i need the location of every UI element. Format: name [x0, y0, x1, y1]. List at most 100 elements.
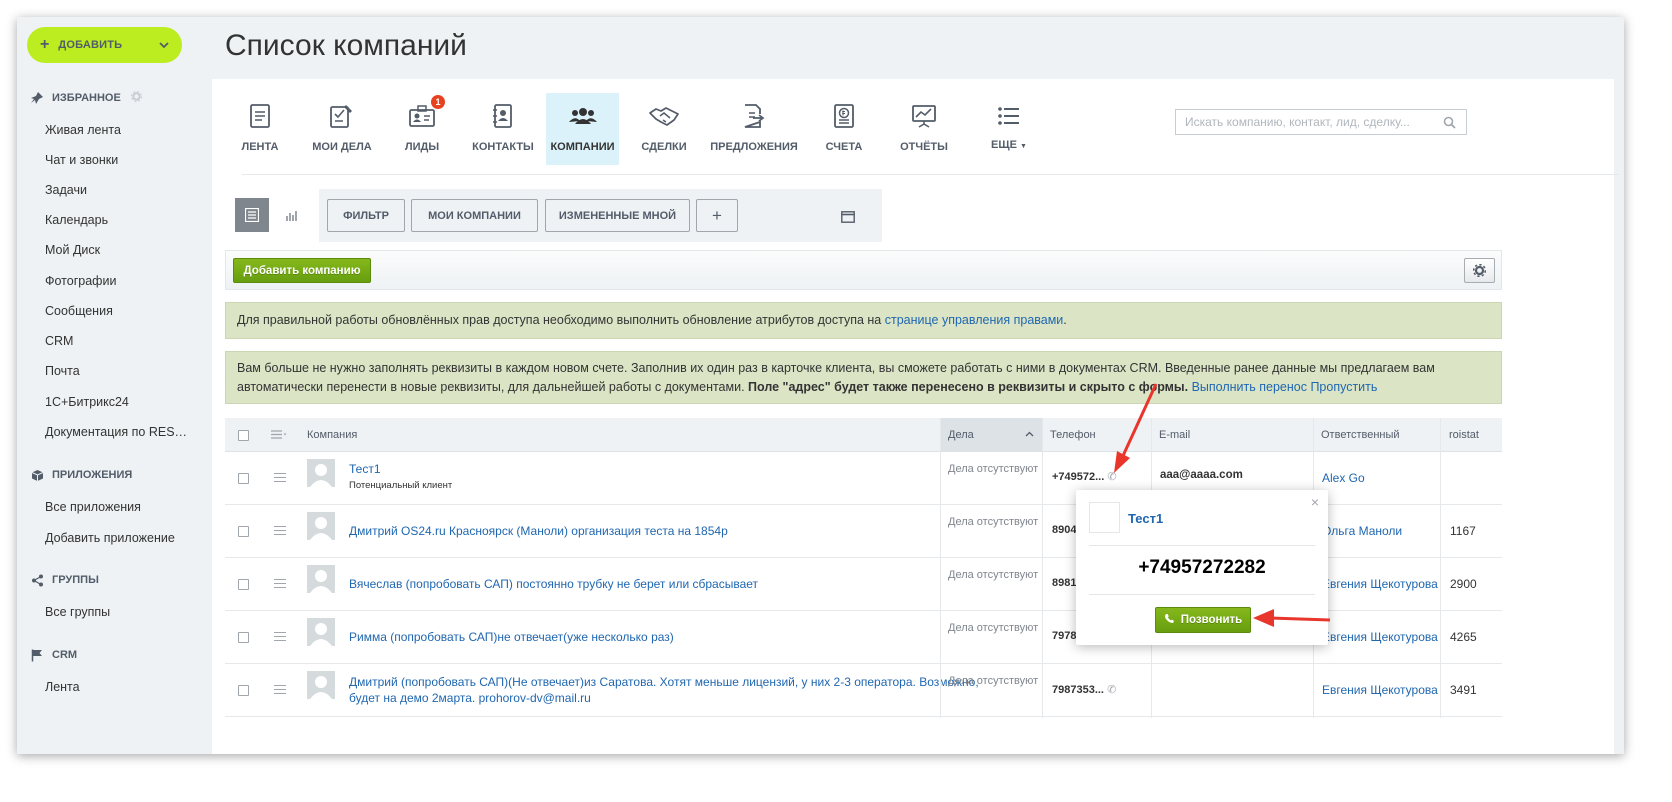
- phone-link[interactable]: 7978: [1052, 630, 1076, 642]
- pin-icon: [29, 91, 45, 105]
- company-name-link[interactable]: Дмитрий (попробовать САП)(Не отвечает)из…: [349, 674, 979, 690]
- company-avatar: [307, 565, 335, 593]
- row-checkbox[interactable]: [238, 632, 249, 643]
- groups-header[interactable]: ГРУППЫ: [29, 573, 99, 587]
- chart-view-button[interactable]: [275, 198, 309, 232]
- phone-link[interactable]: 8981: [1052, 577, 1076, 589]
- tab-reports[interactable]: ОТЧЁТЫ: [889, 93, 959, 165]
- phone-link[interactable]: 7987353... ✆: [1052, 683, 1116, 696]
- share-icon: [29, 573, 45, 587]
- header-roistat[interactable]: roistat: [1449, 418, 1479, 451]
- company-name-link[interactable]: Римма (попробовать САП)не отвечает(уже н…: [349, 630, 674, 644]
- phone-link[interactable]: +749572... ✆: [1052, 470, 1117, 483]
- email-cell[interactable]: aaa@aaaa.com: [1160, 469, 1243, 481]
- row-menu-icon[interactable]: [274, 579, 286, 588]
- sidebar-item-calendar[interactable]: Календарь: [45, 213, 108, 227]
- search-icon[interactable]: [1443, 116, 1456, 134]
- phone-link[interactable]: 8904: [1052, 524, 1076, 536]
- sidebar-item-all-apps[interactable]: Все приложения: [45, 500, 141, 514]
- gear-icon[interactable]: [130, 91, 142, 105]
- sidebar-item-chat[interactable]: Чат и звонки: [45, 153, 118, 167]
- crm-header[interactable]: CRM: [29, 648, 77, 662]
- tab-contacts[interactable]: КОНТАКТЫ: [468, 93, 538, 165]
- my-companies-button[interactable]: МОИ КОМПАНИИ: [411, 199, 538, 232]
- row-checkbox[interactable]: [238, 579, 249, 590]
- favorites-header[interactable]: ИЗБРАННОЕ: [29, 91, 142, 105]
- sidebar-item-crm-feed[interactable]: Лента: [45, 680, 80, 694]
- responsible-link[interactable]: Евгения Щекотурова: [1322, 630, 1438, 644]
- apps-header[interactable]: ПРИЛОЖЕНИЯ: [29, 468, 132, 482]
- leads-icon: 1: [409, 95, 445, 130]
- sidebar-item-crm[interactable]: CRM: [45, 334, 73, 348]
- companies-icon: [568, 102, 597, 130]
- table-row: Дмитрий (попробовать САП)(Не отвечает)из…: [225, 664, 1502, 717]
- row-menu-icon[interactable]: [274, 632, 286, 641]
- tab-deals[interactable]: СДЕЛКИ: [629, 93, 699, 165]
- sidebar-item-1c[interactable]: 1С+Битрикс24: [45, 395, 129, 409]
- deals-cell: Дела отсутствуют: [948, 516, 1039, 528]
- responsible-link[interactable]: Евгения Щекотурова: [1322, 577, 1438, 591]
- add-button[interactable]: + ДОБАВИТЬ: [27, 27, 182, 63]
- divider: [1089, 545, 1315, 546]
- responsible-link[interactable]: Ольга Маноли: [1322, 524, 1402, 538]
- tab-invoices[interactable]: СЧЕТА: [809, 93, 879, 165]
- sidebar-item-messages[interactable]: Сообщения: [45, 304, 113, 318]
- sort-asc-icon: [1025, 428, 1034, 440]
- sidebar-item-live-feed[interactable]: Живая лента: [45, 123, 121, 137]
- row-checkbox[interactable]: [238, 526, 249, 537]
- company-name-link[interactable]: Вячеслав (попробовать САП) постоянно тру…: [349, 577, 758, 591]
- app-window: + ДОБАВИТЬ ИЗБРАННОЕ Живая лента Чат и з…: [17, 17, 1624, 754]
- add-company-button[interactable]: Добавить компанию: [233, 258, 371, 283]
- close-icon[interactable]: ×: [1311, 494, 1319, 510]
- header-phone[interactable]: Телефон: [1050, 418, 1096, 451]
- notice-bold-text: Поле "адрес" будет также перенесено в ре…: [748, 380, 1189, 394]
- rights-link[interactable]: странице управления правами: [885, 313, 1064, 327]
- responsible-link[interactable]: Евгения Щекотурова: [1322, 683, 1438, 697]
- window-icon[interactable]: [841, 210, 855, 228]
- sidebar-item-photos[interactable]: Фотографии: [45, 274, 116, 288]
- search-input[interactable]: [1183, 110, 1437, 134]
- popup-company-name[interactable]: Тест1: [1128, 511, 1163, 526]
- tab-leads[interactable]: 1 ЛИДЫ: [387, 93, 457, 165]
- plus-icon: +: [40, 36, 50, 53]
- settings-button[interactable]: [1464, 258, 1495, 283]
- responsible-link[interactable]: Alex Go: [1322, 471, 1365, 485]
- row-menu-icon[interactable]: [274, 685, 286, 694]
- company-name-link[interactable]: Тест1: [349, 462, 452, 476]
- gear-icon: [1473, 264, 1486, 277]
- company-name-link-line2[interactable]: будет на демо 2марта. prohorov-dv@mail.r…: [349, 690, 979, 706]
- skip-link[interactable]: Пропустить: [1310, 380, 1377, 394]
- changed-by-me-button[interactable]: ИЗМЕНЕННЫЕ МНОЙ: [545, 199, 690, 232]
- row-checkbox[interactable]: [238, 473, 249, 484]
- list-view-button[interactable]: [235, 198, 269, 232]
- transfer-link[interactable]: Выполнить перенос: [1192, 380, 1307, 394]
- tab-my-tasks[interactable]: МОИ ДЕЛА: [307, 93, 377, 165]
- add-filter-button[interactable]: +: [696, 199, 738, 232]
- column-menu-icon[interactable]: [271, 418, 287, 451]
- tab-more[interactable]: ЕЩЕ ▼: [974, 93, 1044, 165]
- header-company[interactable]: Компания: [307, 418, 357, 451]
- tab-feed[interactable]: ЛЕНТА: [225, 93, 295, 165]
- row-menu-icon[interactable]: [274, 473, 286, 482]
- filter-button[interactable]: ФИЛЬТР: [327, 199, 405, 232]
- view-switch: [225, 189, 319, 242]
- company-name-link[interactable]: Дмитрий OS24.ru Красноярск (Маноли) орга…: [349, 524, 728, 538]
- header-deals[interactable]: Дела: [940, 418, 1042, 451]
- tab-label: МОИ ДЕЛА: [312, 141, 372, 153]
- call-button[interactable]: Позвонить: [1155, 607, 1251, 633]
- row-menu-icon[interactable]: [274, 526, 286, 535]
- tab-proposals[interactable]: ПРЕДЛОЖЕНИЯ: [704, 93, 804, 165]
- select-all-checkbox[interactable]: [238, 430, 249, 441]
- sidebar-item-tasks[interactable]: Задачи: [45, 183, 87, 197]
- tab-companies[interactable]: КОМПАНИИ: [546, 93, 619, 165]
- header-email[interactable]: E-mail: [1159, 418, 1190, 451]
- filter-bar: ФИЛЬТР МОИ КОМПАНИИ ИЗМЕНЕННЫЕ МНОЙ +: [225, 189, 882, 242]
- sidebar-item-disk[interactable]: Мой Диск: [45, 243, 100, 257]
- sidebar-item-add-app[interactable]: Добавить приложение: [45, 531, 175, 545]
- header-responsible[interactable]: Ответственный: [1321, 418, 1400, 451]
- sidebar-item-mail[interactable]: Почта: [45, 364, 80, 378]
- sidebar-item-all-groups[interactable]: Все группы: [45, 605, 110, 619]
- row-checkbox[interactable]: [238, 685, 249, 696]
- search-field[interactable]: [1175, 109, 1467, 135]
- sidebar-item-docs[interactable]: Документация по RES…: [45, 425, 187, 439]
